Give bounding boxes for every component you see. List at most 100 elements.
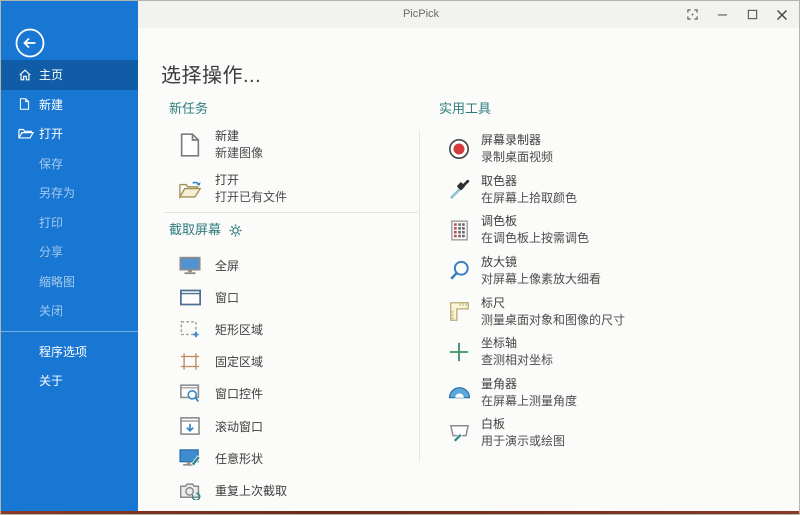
page-title: 选择操作... — [161, 64, 261, 88]
close-button[interactable] — [767, 1, 797, 28]
tool-item-subtitle: 用于演示或绘图 — [481, 434, 565, 449]
tool-item-subtitle: 对屏幕上像素放大细看 — [481, 272, 601, 287]
new-image-icon — [178, 133, 202, 157]
ruler-icon — [446, 301, 472, 322]
capture-item-label: 滚动窗口 — [215, 418, 263, 435]
sidebar-item-share[interactable]: 分享 — [1, 237, 138, 267]
capture-settings-button[interactable] — [229, 224, 242, 237]
sidebar-item-label: 主页 — [39, 66, 63, 83]
color-palette-icon — [446, 220, 472, 241]
rectangle-region-icon — [178, 320, 202, 339]
task-item-open[interactable]: 打开 打开已有文件 — [178, 171, 287, 207]
capture-item-rectangle[interactable]: 矩形区域 — [178, 313, 416, 345]
tool-item-subtitle: 查测相对坐标 — [481, 353, 553, 368]
open-file-icon — [178, 179, 202, 199]
sidebar-item-label: 分享 — [39, 243, 63, 260]
capture-item-label: 重复上次截取 — [215, 482, 287, 499]
tool-item-subtitle: 在屏幕上测量角度 — [481, 394, 577, 409]
sidebar-item-new[interactable]: 新建 — [1, 90, 138, 120]
tool-item-magnifier[interactable]: 放大镜 对屏幕上像素放大细看 — [446, 251, 776, 292]
freehand-capture-icon — [178, 449, 202, 468]
sidebar-item-label: 关闭 — [39, 302, 63, 319]
tool-item-title: 白板 — [481, 417, 565, 432]
sidebar-item-close[interactable]: 关闭 — [1, 296, 138, 326]
scrolling-window-icon — [178, 417, 202, 435]
open-folder-icon — [18, 127, 39, 140]
tool-item-subtitle: 在调色板上按需调色 — [481, 231, 589, 246]
sidebar-item-options[interactable]: 程序选项 — [1, 337, 138, 367]
fullscreen-button[interactable] — [677, 1, 707, 28]
fullscreen-capture-icon — [178, 256, 202, 275]
tool-item-protractor[interactable]: 量角器 在屏幕上测量角度 — [446, 373, 776, 414]
tool-item-whiteboard[interactable]: 白板 用于演示或绘图 — [446, 413, 776, 454]
tool-item-crosshair[interactable]: 坐标轴 查测相对坐标 — [446, 332, 776, 373]
fixed-region-icon — [178, 352, 202, 371]
sidebar-item-label: 缩略图 — [39, 273, 75, 290]
sidebar-item-save[interactable]: 保存 — [1, 149, 138, 179]
sidebar-item-open[interactable]: 打开 — [1, 119, 138, 149]
back-arrow-icon — [14, 27, 46, 59]
sidebar-item-home[interactable]: 主页 — [1, 60, 138, 90]
sidebar-item-label: 新建 — [39, 96, 63, 113]
sidebar-item-label: 保存 — [39, 155, 63, 172]
tool-list: 屏幕录制器 录制桌面视频 取色器 在屏幕上拾取颜色 — [446, 129, 776, 454]
new-file-icon — [18, 97, 39, 111]
tool-item-title: 调色板 — [481, 214, 589, 229]
capture-item-label: 窗口控件 — [215, 385, 263, 402]
tool-item-subtitle: 在屏幕上拾取颜色 — [481, 191, 577, 206]
tool-item-title: 量角器 — [481, 377, 577, 392]
tool-item-title: 标尺 — [481, 296, 625, 311]
task-item-title: 新建 — [215, 129, 263, 144]
tool-item-title: 屏幕录制器 — [481, 133, 553, 148]
close-icon — [776, 9, 788, 21]
window-controls — [677, 1, 797, 28]
window-capture-icon — [178, 289, 202, 306]
sidebar-item-about[interactable]: 关于 — [1, 366, 138, 396]
color-picker-icon — [446, 179, 472, 200]
tool-item-title: 取色器 — [481, 174, 577, 189]
capture-item-label: 固定区域 — [215, 353, 263, 370]
tool-item-title: 坐标轴 — [481, 336, 553, 351]
section-title-tools: 实用工具 — [439, 101, 491, 117]
sidebar-nav: 主页 新建 打开 保存 — [1, 60, 138, 396]
capture-item-fixed-region[interactable]: 固定区域 — [178, 346, 416, 378]
section-title-new-tasks: 新任务 — [169, 101, 208, 117]
minimize-icon — [717, 9, 728, 20]
section-title-capture: 截取屏幕 — [169, 222, 242, 238]
minimize-button[interactable] — [707, 1, 737, 28]
sidebar: 主页 新建 打开 保存 — [1, 1, 138, 514]
capture-item-scrolling-window[interactable]: 滚动窗口 — [178, 410, 416, 442]
maximize-button[interactable] — [737, 1, 767, 28]
tool-item-title: 放大镜 — [481, 255, 601, 270]
sidebar-item-label: 打印 — [39, 214, 63, 231]
sidebar-item-thumbnail[interactable]: 缩略图 — [1, 267, 138, 297]
sidebar-item-print[interactable]: 打印 — [1, 208, 138, 238]
maximize-icon — [747, 9, 758, 20]
capture-item-repeat-last[interactable]: 重复上次截取 — [178, 474, 416, 506]
tool-item-color-picker[interactable]: 取色器 在屏幕上拾取颜色 — [446, 170, 776, 211]
section-divider — [164, 212, 418, 213]
column-divider — [419, 131, 420, 461]
back-button[interactable] — [14, 27, 46, 59]
magnifier-icon — [446, 260, 472, 282]
task-item-subtitle: 新建图像 — [215, 146, 263, 161]
capture-item-label: 任意形状 — [215, 450, 263, 467]
capture-item-fullscreen[interactable]: 全屏 — [178, 249, 416, 281]
crosshair-icon — [446, 341, 472, 363]
capture-item-window-control[interactable]: 窗口控件 — [178, 378, 416, 410]
screen-recorder-icon — [446, 138, 472, 160]
sidebar-item-label: 程序选项 — [39, 343, 87, 360]
window-control-icon — [178, 384, 202, 403]
capture-item-window[interactable]: 窗口 — [178, 281, 416, 313]
tool-item-ruler[interactable]: 标尺 测量桌面对象和图像的尺寸 — [446, 291, 776, 332]
window-title: PicPick — [403, 8, 439, 20]
task-item-new[interactable]: 新建 新建图像 — [178, 127, 263, 163]
repeat-capture-icon — [178, 481, 202, 500]
picpick-window: PicPick — [0, 0, 800, 515]
tool-item-screen-recorder[interactable]: 屏幕录制器 录制桌面视频 — [446, 129, 776, 170]
capture-item-freehand[interactable]: 任意形状 — [178, 442, 416, 474]
tool-item-subtitle: 测量桌面对象和图像的尺寸 — [481, 313, 625, 328]
capture-section-label: 截取屏幕 — [169, 222, 221, 238]
tool-item-color-palette[interactable]: 调色板 在调色板上按需调色 — [446, 210, 776, 251]
sidebar-item-save-as[interactable]: 另存为 — [1, 178, 138, 208]
